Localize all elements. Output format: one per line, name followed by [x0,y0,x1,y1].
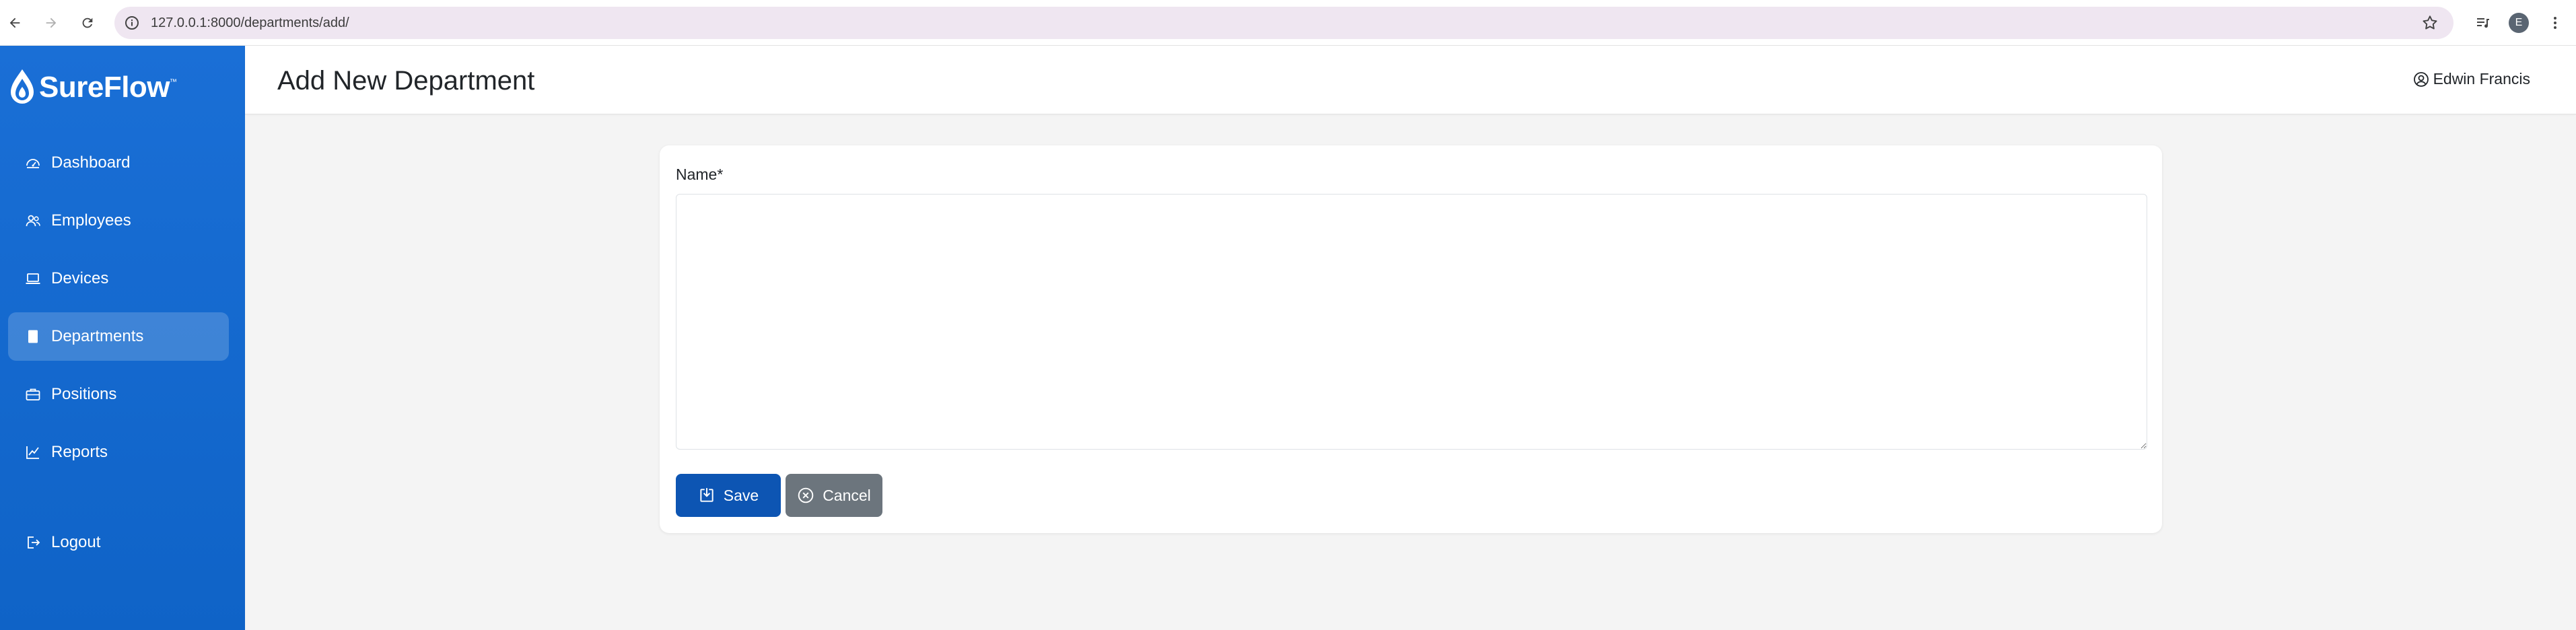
name-label: Name* [676,166,724,183]
sidebar-item-departments[interactable]: Departments [8,312,229,361]
sidebar-item-label: Positions [51,385,117,403]
sidebar-item-label: Employees [51,211,131,230]
url-text[interactable]: 127.0.0.1:8000/departments/add/ [151,15,349,31]
logout-icon [24,534,42,551]
department-form-card: Name* Save Cancel [660,145,2162,533]
dashboard-icon [24,154,42,172]
media-queue-icon [2477,18,2489,28]
laptop-icon [24,270,42,287]
briefcase-icon [24,386,42,403]
sidebar-item-dashboard[interactable]: Dashboard [8,139,229,187]
sidebar-item-devices[interactable]: Devices [8,254,229,303]
arrow-right-icon [46,18,57,28]
save-button[interactable]: Save [676,474,781,517]
profile-button[interactable]: E [2508,12,2530,34]
user-circle-icon [2413,71,2429,87]
sidebar-item-label: Departments [51,327,144,345]
page-title: Add New Department [277,66,535,96]
back-button[interactable] [4,12,26,34]
building-icon [24,328,42,345]
sidebar-item-employees[interactable]: Employees [8,197,229,245]
reload-button[interactable] [77,12,98,34]
user-name: Edwin Francis [2433,70,2530,88]
address-bar[interactable]: 127.0.0.1:8000/departments/add/ [114,7,2453,39]
sidebar-item-label: Reports [51,443,108,461]
sidebar-item-positions[interactable]: Positions [8,370,229,419]
sidebar-item-label: Dashboard [51,153,131,172]
avatar: E [2509,13,2529,33]
media-controls-button[interactable] [2472,12,2494,34]
sidebar: SureFlow ™ Dashboard Employees Devices D… [0,46,245,630]
sidebar-item-label: Devices [51,269,109,287]
save-download-icon [700,488,713,502]
page-header: Add New Department Edwin Francis [245,46,2576,114]
people-icon [24,212,42,230]
browser-toolbar: 127.0.0.1:8000/departments/add/ E [0,0,2576,46]
save-label: Save [723,486,759,504]
site-info-icon[interactable] [124,15,140,31]
x-circle-icon [798,487,814,503]
water-drop-logo-icon [11,69,34,104]
sidebar-item-logout[interactable]: Logout [8,518,229,567]
forward-button[interactable] [40,12,62,34]
bookmark-star-icon[interactable] [2421,14,2439,32]
browser-menu-button[interactable] [2544,12,2566,34]
cancel-label: Cancel [823,486,871,504]
user-menu[interactable]: Edwin Francis [2413,70,2530,88]
chart-line-icon [24,444,42,461]
more-vertical-icon [2554,17,2556,29]
arrow-left-icon [9,18,20,28]
name-field[interactable] [676,194,2147,450]
reload-icon [82,18,93,28]
sidebar-item-reports[interactable]: Reports [8,428,229,477]
brand-name: SureFlow [39,71,170,104]
trademark-symbol: ™ [170,78,178,86]
cancel-button[interactable]: Cancel [786,474,882,517]
logout-label: Logout [51,533,101,551]
brand-logo[interactable]: SureFlow ™ [8,66,177,109]
